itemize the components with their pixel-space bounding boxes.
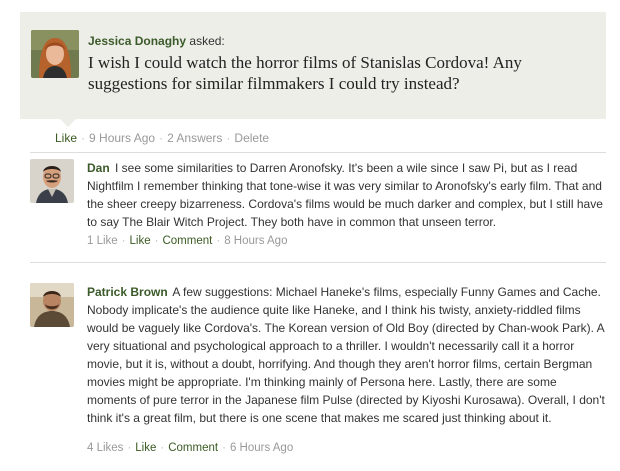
answer-comment-link[interactable]: Comment bbox=[168, 442, 218, 454]
question-meta-bar: Like · 9 Hours Ago · 2 Answers · Delete bbox=[55, 131, 269, 145]
answer-author-link[interactable]: Dan bbox=[87, 161, 110, 175]
answer-item: Dan I see some similarities to Darren Ar… bbox=[30, 159, 610, 251]
answer-author-link[interactable]: Patrick Brown bbox=[87, 285, 168, 299]
separator: · bbox=[226, 131, 231, 145]
question-header: Jessica Donaghy asked: bbox=[88, 34, 225, 48]
separator: · bbox=[127, 442, 132, 454]
like-count[interactable]: 4 Likes bbox=[87, 442, 123, 454]
divider bbox=[30, 152, 606, 153]
answer-like-link[interactable]: Like bbox=[130, 235, 151, 247]
separator: · bbox=[222, 442, 226, 454]
separator: · bbox=[216, 235, 221, 247]
divider bbox=[30, 262, 606, 263]
answer-body: Patrick Brown A few suggestions: Michael… bbox=[87, 283, 607, 427]
separator: · bbox=[159, 131, 164, 145]
answer-meta-bar: 4 Likes · Like · Comment · 6 Hours Ago bbox=[87, 442, 293, 454]
separator: · bbox=[154, 235, 159, 247]
answer-comment-link[interactable]: Comment bbox=[162, 235, 212, 247]
answer-item: Patrick Brown A few suggestions: Michael… bbox=[30, 283, 610, 463]
avatar[interactable] bbox=[30, 159, 74, 203]
question-like-link[interactable]: Like bbox=[55, 131, 77, 145]
question-box: Jessica Donaghy asked: I wish I could wa… bbox=[20, 12, 606, 127]
answer-text: A few suggestions: Michael Haneke's film… bbox=[87, 285, 605, 425]
question-timestamp: 9 Hours Ago bbox=[89, 131, 156, 145]
separator: · bbox=[121, 235, 126, 247]
answer-meta-bar: 1 Like · Like · Comment · 8 Hours Ago bbox=[87, 235, 287, 247]
avatar[interactable] bbox=[31, 30, 79, 78]
answer-timestamp: 6 Hours Ago bbox=[229, 442, 294, 454]
question-author-link[interactable]: Jessica Donaghy bbox=[88, 34, 186, 48]
answer-body: Dan I see some similarities to Darren Ar… bbox=[87, 159, 607, 231]
question-text: I wish I could watch the horror films of… bbox=[88, 53, 522, 93]
delete-link[interactable]: Delete bbox=[234, 131, 269, 145]
answers-count-link[interactable]: 2 Answers bbox=[167, 131, 222, 145]
like-count[interactable]: 1 Like bbox=[87, 235, 118, 247]
answer-like-link[interactable]: Like bbox=[135, 442, 156, 454]
asked-label: asked: bbox=[189, 34, 225, 48]
separator: · bbox=[81, 131, 86, 145]
separator: · bbox=[160, 442, 165, 454]
answer-text: I see some similarities to Darren Aronof… bbox=[87, 161, 603, 229]
answer-timestamp: 8 Hours Ago bbox=[224, 235, 288, 247]
avatar[interactable] bbox=[30, 283, 74, 327]
